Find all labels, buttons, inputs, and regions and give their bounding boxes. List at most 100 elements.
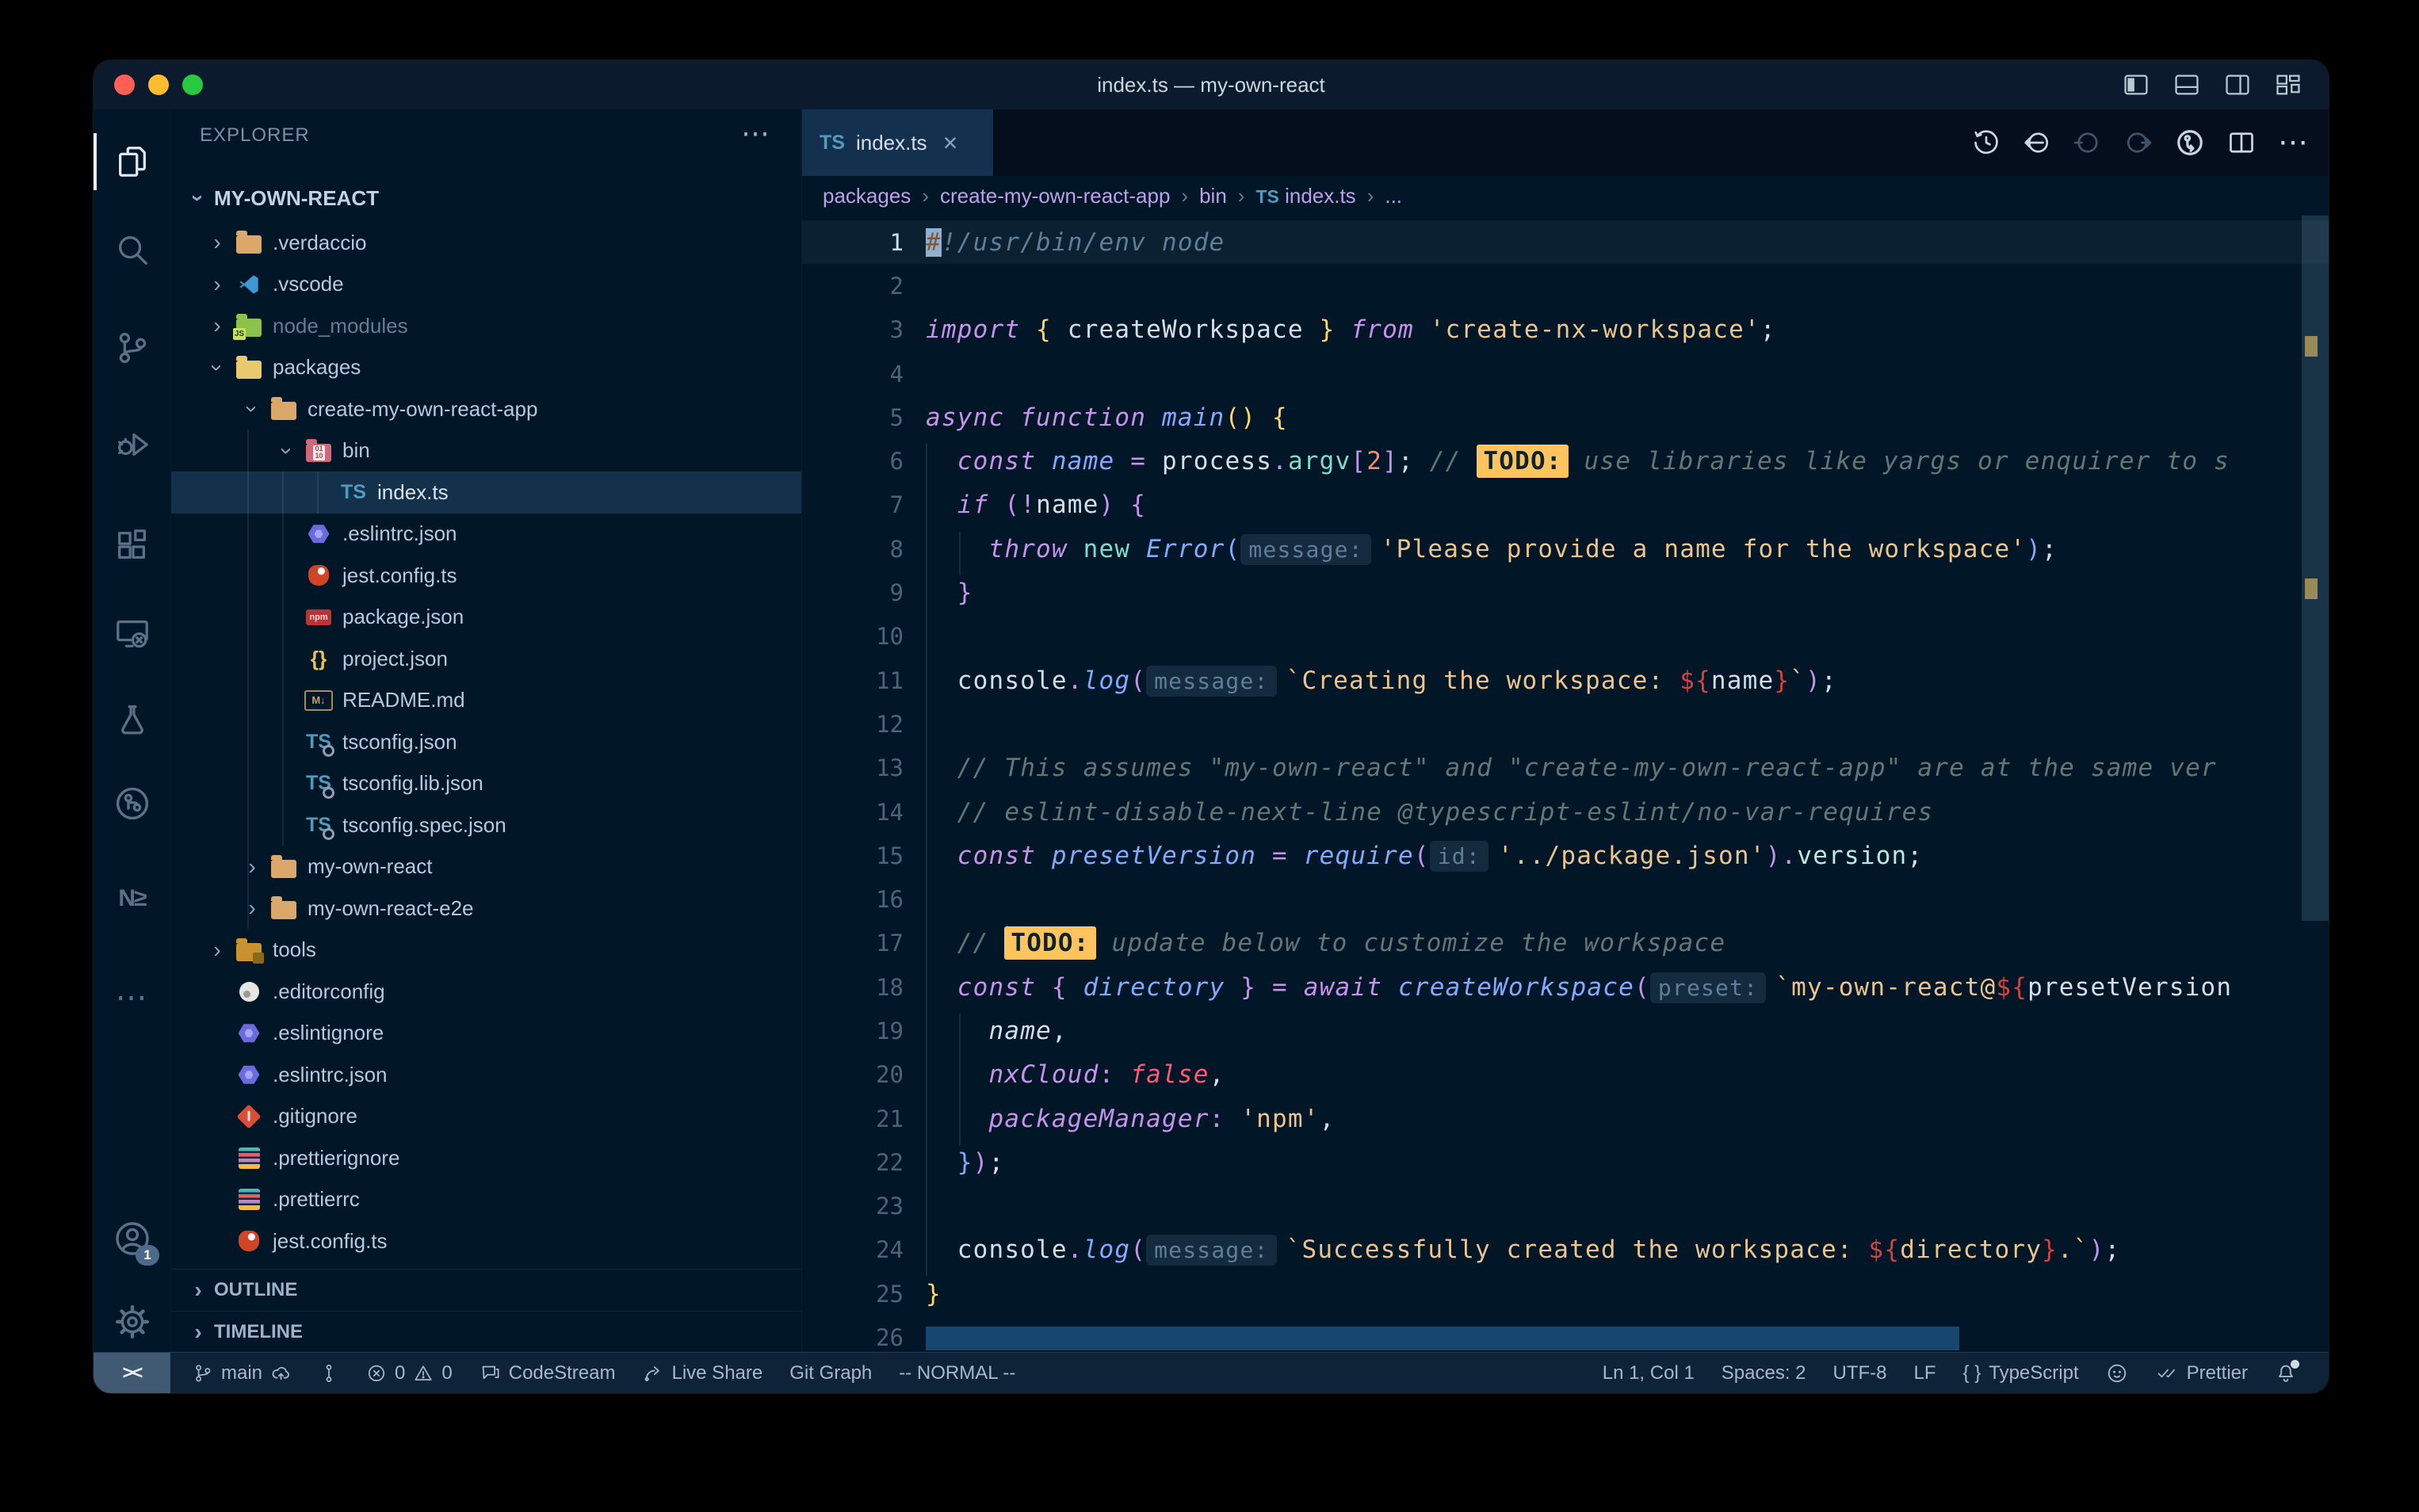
code-line-17[interactable]: 17 // TODO: update below to customize th…: [802, 922, 2329, 965]
tree-item-packages[interactable]: ›packages: [171, 347, 801, 389]
code-line-25[interactable]: 25}: [802, 1272, 2329, 1315]
outline-section[interactable]: › OUTLINE: [171, 1269, 801, 1311]
code-line-16[interactable]: 16: [802, 877, 2329, 921]
code-line-22[interactable]: 22 });: [802, 1140, 2329, 1184]
code-line-13[interactable]: 13 // This assumes "my-own-react" and "c…: [802, 746, 2329, 790]
tree-item-.eslintrc.json[interactable]: .eslintrc.json: [171, 514, 801, 556]
breadcrumb-item[interactable]: ...: [1385, 184, 1402, 208]
code-line-21[interactable]: 21 packageManager: 'npm',: [802, 1097, 2329, 1140]
explorer-icon[interactable]: [94, 122, 170, 201]
code-line-3[interactable]: 3import { createWorkspace } from 'create…: [802, 308, 2329, 352]
tree-item-.gitignore[interactable]: .gitignore: [171, 1096, 801, 1138]
settings-gear-icon[interactable]: [94, 1282, 170, 1361]
code-line-9[interactable]: 9 }: [802, 571, 2329, 614]
tree-item-jest.config.ts[interactable]: jest.config.ts: [171, 555, 801, 597]
remote-explorer-icon[interactable]: [94, 594, 170, 673]
navigate-forward-icon[interactable]: [2124, 128, 2153, 157]
testing-icon[interactable]: [94, 680, 170, 759]
tree-item-my-own-react-e2e[interactable]: ›my-own-react-e2e: [171, 888, 801, 930]
commit-status-icon[interactable]: [319, 1363, 339, 1384]
close-tab-icon[interactable]: ×: [943, 128, 958, 158]
code-line-24[interactable]: 24 console.log(message:`Successfully cre…: [802, 1228, 2329, 1272]
vertical-scrollbar[interactable]: [2302, 216, 2329, 921]
timeline-history-icon[interactable]: [1972, 128, 2001, 157]
customize-layout-icon[interactable]: [2275, 71, 2302, 98]
code-line-7[interactable]: 7 if (!name) {: [802, 483, 2329, 527]
git-branch-status[interactable]: main: [193, 1362, 292, 1384]
tree-item-tsconfig.lib.json[interactable]: TStsconfig.lib.json: [171, 763, 801, 805]
code-line-14[interactable]: 14 // eslint-disable-next-line @typescri…: [802, 790, 2329, 834]
code-line-8[interactable]: 8 throw new Error(message:'Please provid…: [802, 527, 2329, 571]
tree-item-.prettierignore[interactable]: .prettierignore: [171, 1137, 801, 1179]
search-icon[interactable]: [94, 211, 170, 290]
tree-item-.eslintrc.json[interactable]: .eslintrc.json: [171, 1054, 801, 1096]
tree-item-.eslintignore[interactable]: .eslintignore: [171, 1013, 801, 1055]
indentation-status[interactable]: Spaces: 2: [1722, 1362, 1806, 1384]
code-line-18[interactable]: 18 const { directory } = await createWor…: [802, 965, 2329, 1009]
horizontal-scrollbar[interactable]: [926, 1327, 1959, 1350]
toggle-panel-icon[interactable]: [2173, 71, 2200, 98]
tree-item-tsconfig.spec.json[interactable]: TStsconfig.spec.json: [171, 804, 801, 846]
tree-item-bin[interactable]: ›0110bin: [171, 430, 801, 472]
tree-item-.vscode[interactable]: ›.vscode: [171, 264, 801, 306]
tree-item-create-my-own-react-app[interactable]: ›create-my-own-react-app: [171, 388, 801, 430]
extensions-icon[interactable]: [94, 506, 170, 586]
cursor-position-status[interactable]: Ln 1, Col 1: [1603, 1362, 1695, 1384]
notifications-bell-icon[interactable]: [2275, 1362, 2297, 1384]
timeline-section[interactable]: › TIMELINE: [171, 1311, 801, 1353]
tree-item-package.json[interactable]: npmpackage.json: [171, 597, 801, 639]
tree-item-my-own-react[interactable]: ›my-own-react: [171, 846, 801, 888]
tree-item-tools[interactable]: ›tools: [171, 930, 801, 972]
code-line-1[interactable]: 1#!/usr/bin/env node: [802, 220, 2329, 264]
titlebar[interactable]: index.ts — my-own-react: [94, 60, 2329, 109]
live-share-status[interactable]: Live Share: [642, 1362, 762, 1384]
breadcrumb-item[interactable]: create-my-own-react-app: [940, 184, 1170, 208]
accounts-icon[interactable]: 1: [94, 1199, 170, 1278]
prettier-status[interactable]: Prettier: [2155, 1362, 2248, 1384]
language-mode-status[interactable]: { }TypeScript: [1963, 1362, 2079, 1384]
run-or-debug-icon[interactable]: [2175, 128, 2205, 158]
code-line-6[interactable]: 6 const name = process.argv[2]; // TODO:…: [802, 439, 2329, 483]
source-control-icon[interactable]: [94, 308, 170, 388]
toggle-primary-sidebar-icon[interactable]: [2123, 71, 2150, 98]
toggle-secondary-sidebar-icon[interactable]: [2224, 71, 2251, 98]
github-octoface-icon[interactable]: [2106, 1362, 2128, 1384]
code-line-23[interactable]: 23: [802, 1185, 2329, 1228]
tree-item-.verdaccio[interactable]: ›.verdaccio: [171, 222, 801, 264]
breadcrumb-item[interactable]: bin: [1199, 184, 1227, 208]
tree-item-node_modules[interactable]: ›JSnode_modules: [171, 305, 801, 347]
code-line-5[interactable]: 5async function main() {: [802, 395, 2329, 439]
code-line-11[interactable]: 11 console.log(message:`Creating the wor…: [802, 659, 2329, 702]
tab-index-ts[interactable]: TS index.ts ×: [802, 109, 994, 176]
code-line-20[interactable]: 20 nxCloud: false,: [802, 1053, 2329, 1097]
tree-item-tsconfig.json[interactable]: TStsconfig.json: [171, 721, 801, 763]
tree-item-index.ts[interactable]: TSindex.ts: [171, 472, 801, 514]
tree-item-jest.config.ts[interactable]: jest.config.ts: [171, 1220, 801, 1262]
code-line-19[interactable]: 19 name,: [802, 1009, 2329, 1052]
tree-item-.editorconfig[interactable]: .editorconfig: [171, 971, 801, 1013]
split-editor-icon[interactable]: [2227, 128, 2256, 157]
run-and-debug-icon[interactable]: [94, 405, 170, 484]
vim-mode-indicator[interactable]: -- NORMAL --: [899, 1362, 1015, 1384]
navigate-previous-icon[interactable]: [2073, 128, 2102, 157]
tree-item-.prettierrc[interactable]: .prettierrc: [171, 1179, 801, 1221]
breadcrumb-item[interactable]: packages: [823, 184, 911, 208]
git-graph-status[interactable]: Git Graph: [789, 1362, 872, 1384]
remote-indicator[interactable]: ><: [94, 1353, 170, 1393]
explorer-actions-icon[interactable]: ⋯: [741, 109, 770, 162]
encoding-status[interactable]: UTF-8: [1833, 1362, 1887, 1384]
codestream-status[interactable]: CodeStream: [480, 1362, 616, 1384]
code-line-12[interactable]: 12: [802, 702, 2329, 746]
breadcrumb-item[interactable]: TS index.ts: [1255, 184, 1355, 208]
code-line-15[interactable]: 15 const presetVersion = require(id:'../…: [802, 834, 2329, 877]
eol-status[interactable]: LF: [1914, 1362, 1936, 1384]
code-area[interactable]: 1#!/usr/bin/env node23import { createWor…: [802, 216, 2329, 1353]
code-line-10[interactable]: 10: [802, 615, 2329, 659]
tree-item-README.md[interactable]: M↓README.md: [171, 680, 801, 722]
problems-status[interactable]: 0 0: [366, 1362, 453, 1384]
code-line-4[interactable]: 4: [802, 352, 2329, 395]
code-line-2[interactable]: 2: [802, 264, 2329, 307]
gitlens-icon[interactable]: [94, 764, 170, 843]
more-actions-icon[interactable]: ⋯: [2278, 135, 2308, 151]
more-views-icon[interactable]: ⋯: [94, 958, 170, 1037]
